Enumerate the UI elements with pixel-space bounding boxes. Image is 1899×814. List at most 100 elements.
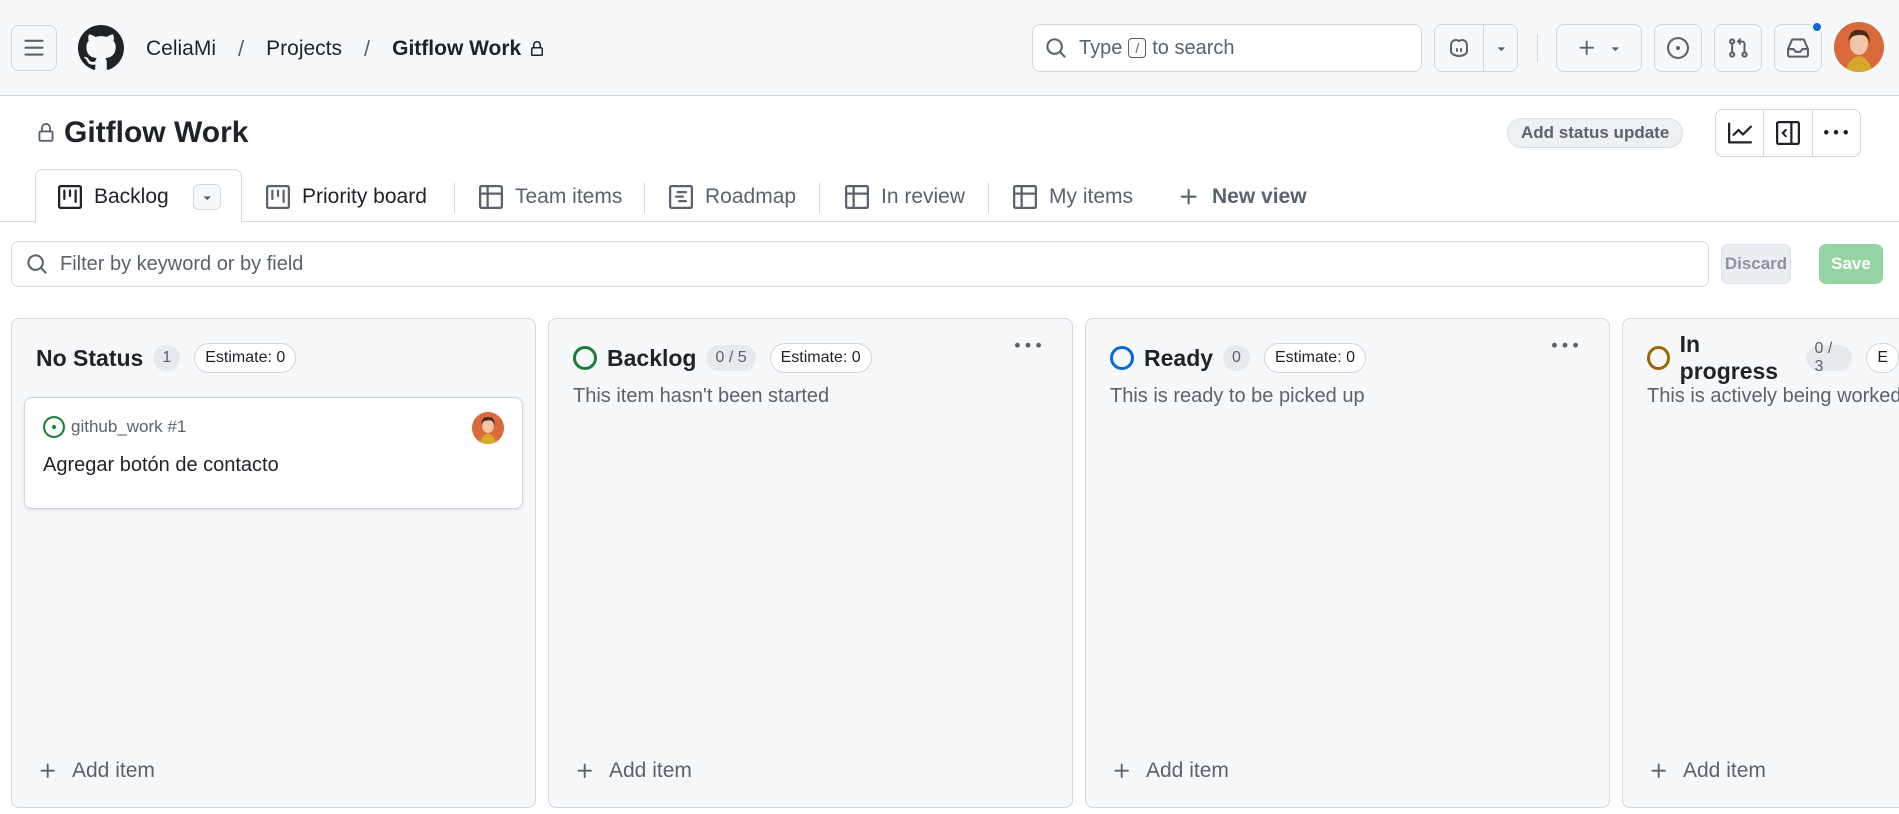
column-count: 0 / 3 — [1805, 340, 1853, 375]
column-in-progress: In progress 0 / 3 E This is actively bei… — [1622, 318, 1899, 808]
tab-label: Team items — [515, 185, 623, 208]
breadcrumb-projects[interactable]: Projects — [266, 37, 342, 61]
item-card[interactable]: github_work #1 Agregar botón de contacto — [24, 397, 523, 509]
project-title: Gitflow Work — [36, 116, 248, 150]
new-view-button[interactable]: New view — [1178, 182, 1307, 212]
tab-in-review[interactable]: In review — [845, 182, 965, 212]
add-item-label: Add item — [609, 759, 692, 782]
column-backlog: Backlog 0 / 5 Estimate: 0 This item hasn… — [548, 318, 1073, 808]
user-avatar[interactable] — [1834, 22, 1884, 72]
add-item-label: Add item — [1683, 759, 1766, 782]
save-button[interactable]: Save — [1819, 244, 1883, 284]
breadcrumb: CeliaMi / Projects / Gitflow Work — [146, 34, 545, 64]
sidebar-collapse-icon — [1775, 121, 1800, 145]
header-divider — [1537, 34, 1538, 62]
tab-separator — [819, 183, 820, 213]
search-icon — [1045, 37, 1067, 59]
tab-label: My items — [1049, 185, 1133, 208]
column-name: In progress — [1679, 331, 1779, 384]
add-status-update-button[interactable]: Add status update — [1507, 118, 1684, 148]
column-estimate: Estimate: 0 — [769, 343, 872, 373]
lock-icon — [529, 40, 545, 58]
board: No Status 1 Estimate: 0 github_work #1 A… — [0, 318, 1899, 814]
plus-icon — [1180, 188, 1197, 205]
filter-placeholder: Filter by keyword or by field — [60, 252, 304, 275]
column-header: No Status 1 Estimate: 0 — [36, 343, 297, 373]
filter-input[interactable]: Filter by keyword or by field — [11, 241, 1709, 287]
column-no-status: No Status 1 Estimate: 0 github_work #1 A… — [11, 318, 536, 808]
tab-label: Backlog — [94, 185, 169, 208]
add-item-button[interactable]: Add item — [38, 759, 155, 783]
more-options-button[interactable] — [1813, 110, 1860, 156]
kebab-horizontal-icon — [1824, 130, 1849, 135]
github-logo-icon[interactable] — [78, 25, 124, 71]
copilot-button[interactable] — [1435, 25, 1485, 71]
tab-label: Priority board — [302, 185, 427, 208]
column-count: 0 — [1223, 345, 1250, 371]
add-item-button[interactable]: Add item — [575, 759, 692, 783]
copilot-menu-button[interactable] — [1484, 25, 1517, 71]
add-item-button[interactable]: Add item — [1649, 759, 1766, 783]
add-item-label: Add item — [1146, 759, 1229, 782]
column-count: 0 / 5 — [706, 345, 756, 371]
kebab-horizontal-icon — [1552, 342, 1578, 348]
card-title[interactable]: Agregar botón de contacto — [43, 454, 279, 477]
column-menu-button[interactable] — [1008, 331, 1048, 361]
global-header: CeliaMi / Projects / Gitflow Work Type /… — [0, 0, 1899, 96]
column-menu-button[interactable] — [1545, 331, 1585, 361]
search-shortcut-key: / — [1128, 38, 1147, 58]
lock-icon — [36, 121, 56, 145]
status-circle-icon — [1647, 346, 1670, 370]
column-description: This item hasn't been started — [573, 385, 830, 407]
plus-icon — [1579, 40, 1594, 55]
status-circle-icon — [1110, 346, 1134, 370]
card-reference: github_work #1 — [43, 416, 186, 438]
copilot-button-group — [1434, 24, 1518, 72]
tab-my-items[interactable]: My items — [1013, 182, 1133, 212]
tab-team-items[interactable]: Team items — [479, 182, 622, 212]
pull-requests-button[interactable] — [1714, 24, 1762, 72]
breadcrumb-separator: / — [238, 36, 245, 61]
copilot-icon — [1450, 38, 1469, 58]
column-name: Ready — [1144, 344, 1214, 371]
column-name: No Status — [36, 344, 144, 371]
column-description: This is ready to be picked up — [1110, 385, 1365, 407]
tab-priority-board[interactable]: Priority board — [266, 182, 427, 212]
search-suffix: to search — [1152, 36, 1235, 59]
graph-icon — [1727, 122, 1752, 144]
table-icon — [1013, 185, 1037, 209]
tab-roadmap[interactable]: Roadmap — [669, 182, 796, 212]
column-estimate: E — [1866, 343, 1899, 373]
inbox-icon — [1787, 38, 1809, 58]
global-search-input[interactable]: Type / to search — [1032, 24, 1422, 72]
status-circle-icon — [573, 346, 597, 370]
add-item-button[interactable]: Add item — [1112, 759, 1229, 783]
git-pull-request-icon — [1729, 37, 1748, 58]
table-icon — [479, 185, 503, 209]
tab-label: In review — [881, 185, 966, 208]
column-estimate: Estimate: 0 — [194, 343, 297, 373]
view-options-button[interactable] — [192, 184, 221, 210]
issues-button[interactable] — [1654, 24, 1702, 72]
search-prefix: Type — [1079, 36, 1123, 59]
assignee-avatar[interactable] — [472, 412, 504, 444]
create-new-button[interactable] — [1556, 24, 1642, 72]
breadcrumb-separator: / — [364, 36, 371, 61]
menu-button[interactable] — [11, 25, 57, 71]
triangle-down-icon — [203, 196, 211, 201]
breadcrumb-project[interactable]: Gitflow Work — [392, 37, 521, 61]
tab-backlog[interactable]: Backlog — [58, 182, 221, 212]
column-name: Backlog — [607, 344, 697, 371]
notification-indicator — [1811, 21, 1823, 33]
column-description: This is actively being worked on — [1647, 385, 1899, 407]
issue-opened-icon — [1667, 37, 1689, 59]
breadcrumb-owner[interactable]: CeliaMi — [146, 37, 216, 61]
column-ready: Ready 0 Estimate: 0 This is ready to be … — [1085, 318, 1610, 808]
toggle-sidebar-button[interactable] — [1764, 110, 1813, 156]
column-header: Ready 0 Estimate: 0 — [1110, 343, 1366, 373]
hamburger-icon — [24, 39, 44, 56]
plus-icon — [1114, 763, 1129, 778]
insights-button[interactable] — [1716, 110, 1765, 156]
plus-icon — [1651, 763, 1666, 778]
discard-button[interactable]: Discard — [1721, 244, 1791, 284]
